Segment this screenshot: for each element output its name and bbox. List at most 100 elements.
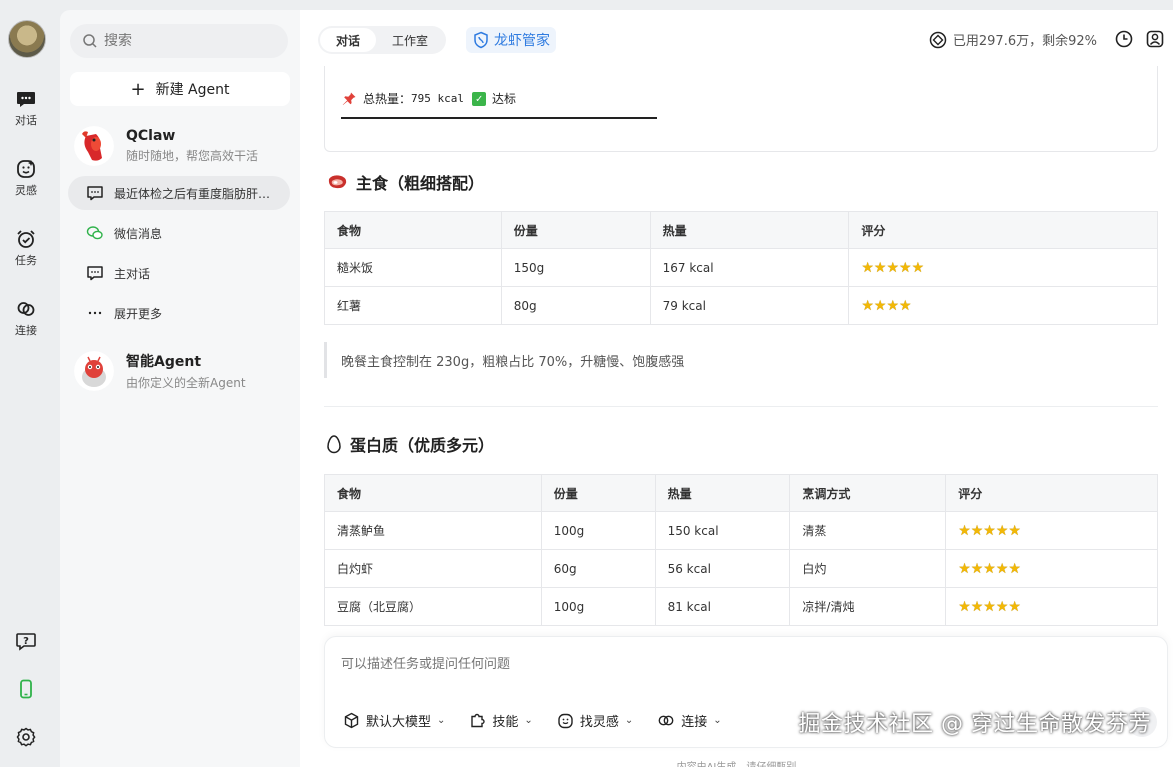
message-input[interactable] <box>341 653 1141 683</box>
smile-icon <box>17 160 35 178</box>
cube-icon <box>344 712 359 729</box>
agent-card-smart-agent[interactable]: 智能Agent 由你定义的全新Agent <box>74 348 288 394</box>
chat-icon <box>87 186 103 201</box>
calorie-summary-box: 总热量： 795 kcal ✓ 达标 <box>324 66 1158 152</box>
table-cell: 100g <box>540 511 656 550</box>
tool-label: 技能 <box>492 715 519 730</box>
new-agent-button[interactable]: + 新建 Agent <box>70 72 290 106</box>
shield-icon <box>474 31 488 49</box>
protein-title: 蛋白质（优质多元） <box>350 436 495 455</box>
wechat-icon <box>86 226 103 240</box>
calorie-status: 达标 <box>492 92 517 106</box>
chevron-down-icon: ⌄ <box>624 715 634 726</box>
lobster-butler-button[interactable]: 龙虾管家 <box>466 27 556 53</box>
table-header: 食物 <box>324 474 542 512</box>
ai-disclaimer: 内容由AI生成，请仔细甄别 <box>300 758 1173 767</box>
staple-table: 食物 份量 热量 评分 糙米饭 150g 167 kcal ★★★★★ 红薯 8… <box>324 211 1158 325</box>
link-icon <box>17 302 35 316</box>
table-cell: 豆腐（北豆腐） <box>324 587 542 626</box>
table-cell: 81 kcal <box>654 587 791 626</box>
table-cell: 凉拌/清炖 <box>789 587 947 626</box>
table-cell: 60g <box>540 549 656 588</box>
left-rail: 对话 灵感 任务 连接 ? <box>0 0 60 767</box>
agent-desc: 随时随地，帮您高效干活 <box>126 149 259 163</box>
sidebar-item-main-chat[interactable]: 主对话 <box>68 256 290 290</box>
settings-button[interactable] <box>0 726 52 752</box>
calorie-line: 总热量： 795 kcal ✓ 达标 <box>341 90 516 107</box>
rail-label-connect: 连接 <box>15 324 37 337</box>
tool-label: 连接 <box>681 715 708 730</box>
section-heading-protein: 蛋白质（优质多元） <box>326 432 494 456</box>
conversation-item-active[interactable]: 最近体检之后有重度脂肪肝… <box>68 176 290 210</box>
puzzle-icon <box>471 713 486 728</box>
rail-label-tasks: 任务 <box>15 254 37 267</box>
inspiration-selector[interactable]: 找灵感 ⌄ <box>557 711 633 730</box>
chat-content: 总热量： 795 kcal ✓ 达标 主食（粗细搭配） 食物 份量 热量 评分 <box>300 66 1173 632</box>
rail-label-inspiration: 灵感 <box>15 184 37 197</box>
sidebar-item-label: 主对话 <box>114 266 151 281</box>
section-divider <box>324 406 1158 407</box>
rail-item-chat[interactable]: 对话 <box>0 88 52 128</box>
token-usage[interactable]: 已用297.6万，剩余92% <box>929 30 1097 49</box>
chevron-down-icon: ⌄ <box>524 715 533 726</box>
rail-item-inspiration[interactable]: 灵感 <box>0 158 52 198</box>
tool-label: 默认大模型 <box>366 715 432 730</box>
alarm-clock-icon <box>17 230 35 248</box>
new-agent-label: 新建 Agent <box>155 82 230 98</box>
table-row: 红薯 80g 79 kcal ★★★★ <box>324 286 1158 325</box>
table-cell: 56 kcal <box>654 549 791 588</box>
protein-table: 食物 份量 热量 烹调方式 评分 清蒸鲈鱼 100g 150 kcal 清蒸 ★… <box>324 474 1158 626</box>
table-row: 白灼虾 60g 56 kcal 白灼 ★★★★★ <box>324 549 1158 588</box>
window-top-strip <box>0 0 1173 10</box>
smile-icon <box>558 713 573 729</box>
chat-bubble-icon <box>17 92 35 107</box>
chevron-down-icon: ⌄ <box>437 715 446 726</box>
table-cell: 79 kcal <box>649 286 850 325</box>
rail-item-tasks[interactable]: 任务 <box>0 228 52 268</box>
qclaw-avatar <box>74 126 114 166</box>
table-cell: 糙米饭 <box>324 248 502 287</box>
profile-icon[interactable] <box>1145 29 1165 49</box>
table-cell: 80g <box>500 286 651 325</box>
divider-rule <box>341 117 657 119</box>
search-input[interactable] <box>104 33 274 49</box>
table-header: 份量 <box>500 211 651 249</box>
more-icon <box>88 311 102 315</box>
agent-name: 智能Agent <box>126 354 202 370</box>
checkmark-icon: ✓ <box>472 91 486 106</box>
phone-button[interactable] <box>0 678 52 704</box>
composer-toolbar: 默认大模型 ⌄ 技能 ⌄ 找灵感 ⌄ 连接 ⌄ <box>343 711 746 730</box>
tab-studio[interactable]: 工作室 <box>376 28 444 52</box>
usage-text: 已用297.6万，剩余92% <box>952 34 1097 49</box>
rating-stars: ★★★★★ <box>848 248 1158 287</box>
chat-icon <box>87 266 103 281</box>
calorie-value: 795 kcal <box>411 92 464 105</box>
model-selector[interactable]: 默认大模型 ⌄ <box>343 711 445 730</box>
agent-card-qclaw[interactable]: QClaw 随时随地，帮您高效干活 <box>74 123 288 169</box>
table-cell: 红薯 <box>324 286 502 325</box>
rail-item-connect[interactable]: 连接 <box>0 298 52 338</box>
chevron-down-icon: ⌄ <box>713 715 722 726</box>
table-header: 热量 <box>654 474 791 512</box>
sidebar: + 新建 Agent QClaw 随时随地，帮您高效干活 最近体检之后有重度脂肪… <box>60 10 300 767</box>
tool-label: 找灵感 <box>579 715 619 730</box>
connect-selector[interactable]: 连接 ⌄ <box>657 711 722 730</box>
settings-icon <box>16 727 36 747</box>
tab-chat[interactable]: 对话 <box>320 28 377 52</box>
staple-title: 主食（粗细搭配） <box>356 174 485 193</box>
steak-icon <box>328 175 347 189</box>
history-icon[interactable] <box>1114 29 1134 49</box>
brand-label: 龙虾管家 <box>494 33 550 49</box>
help-button[interactable]: ? <box>0 630 52 656</box>
skills-selector[interactable]: 技能 ⌄ <box>469 711 533 730</box>
sidebar-item-wechat[interactable]: 微信消息 <box>68 216 290 250</box>
help-icon: ? <box>16 633 36 651</box>
user-avatar[interactable] <box>8 20 46 58</box>
rating-stars: ★★★★ <box>848 286 1158 325</box>
conversation-title: 最近体检之后有重度脂肪肝… <box>114 186 271 201</box>
sidebar-item-expand-more[interactable]: 展开更多 <box>68 296 290 330</box>
rail-label-chat: 对话 <box>15 114 37 127</box>
agent-name: QClaw <box>126 128 176 144</box>
search-box[interactable] <box>70 24 288 58</box>
table-header: 烹调方式 <box>789 474 947 512</box>
